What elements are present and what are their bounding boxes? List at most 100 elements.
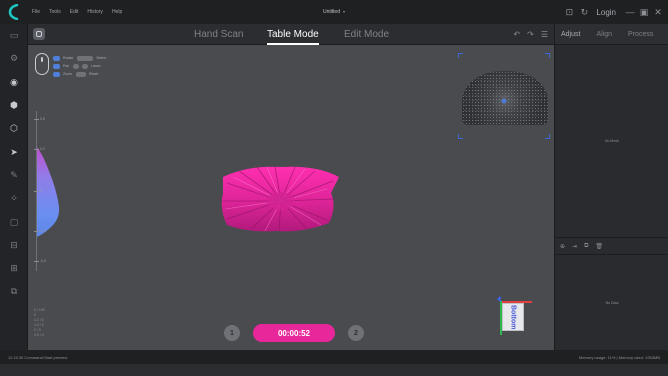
- legend-chip: [53, 71, 60, 77]
- scale-tick-label: 0.2: [40, 147, 45, 151]
- duplicate-icon[interactable]: ⧉: [584, 243, 588, 250]
- legend-label: Pan: [63, 64, 70, 68]
- tool-align[interactable]: ⊞: [0, 257, 28, 280]
- 3d-viewport[interactable]: Rotate Select Pan Lasso Zoom Reset 0.5 0…: [28, 45, 554, 350]
- legend-chip: [75, 71, 86, 77]
- camera-icon: ◉: [10, 76, 18, 87]
- preview-corner: [545, 53, 550, 58]
- screenshot-icon[interactable]: ⊡: [563, 6, 575, 18]
- menu-edit[interactable]: Edit: [70, 9, 79, 15]
- undo-icon[interactable]: ↶: [513, 30, 520, 39]
- menu-tools[interactable]: Tools: [49, 9, 61, 15]
- deviation-color-scale: 0.5 0.2 0 -0.2 -0.5: [34, 111, 64, 271]
- view-orientation-gizmo[interactable]: Bottom: [492, 293, 534, 337]
- legend-row: Rotate Select: [53, 55, 110, 61]
- project-title-dropdown[interactable]: Untitled ▾: [323, 9, 345, 15]
- scale-tick-label: -0.2: [40, 229, 47, 233]
- scale-tick: [34, 261, 39, 262]
- tool-brush[interactable]: ✎: [0, 164, 28, 187]
- scale-tick: [34, 149, 39, 150]
- scanner-device-icon[interactable]: [33, 28, 45, 40]
- tool-cube-solid[interactable]: ⬢: [0, 94, 28, 117]
- tab-table-mode[interactable]: Table Mode: [267, 24, 319, 45]
- tool-copy[interactable]: ⧉: [0, 280, 28, 303]
- login-button[interactable]: Login: [596, 8, 616, 17]
- legend-label: Select: [96, 56, 107, 60]
- app-logo-icon: [0, 0, 28, 24]
- menu-file[interactable]: File: [32, 9, 40, 15]
- tool-frame[interactable]: ▢: [0, 210, 28, 233]
- scale-tick: [34, 231, 39, 232]
- memory-usage: Memory usage: 11% | Memory used: 1953MB: [579, 354, 660, 360]
- menu-help[interactable]: Help: [112, 9, 122, 15]
- frame-icon: ▢: [9, 216, 19, 227]
- redo-icon[interactable]: ↷: [527, 30, 534, 39]
- step-one-button[interactable]: 1: [224, 325, 240, 341]
- menu-history[interactable]: History: [87, 9, 103, 15]
- tab-edit-mode[interactable]: Edit Mode: [344, 24, 389, 45]
- refresh-icon[interactable]: ↻: [578, 6, 590, 18]
- gizmo-face-label: Bottom: [509, 304, 517, 330]
- export-icon[interactable]: ⇥: [572, 243, 577, 250]
- grid-icon: ⁘: [10, 193, 18, 204]
- scale-tick-label: 0: [40, 189, 42, 193]
- tool-scan-settings[interactable]: ⚙: [0, 47, 28, 70]
- align-icon: ⊞: [10, 263, 18, 274]
- preview-corner: [458, 53, 463, 58]
- legend-row: Pan Lasso: [53, 63, 105, 69]
- menu-icon[interactable]: ☰: [541, 30, 548, 39]
- minimize-icon[interactable]: —: [624, 6, 636, 18]
- legend-label: Zoom: [63, 72, 72, 76]
- delete-icon[interactable]: 🗑: [595, 243, 603, 250]
- scan-timer-button[interactable]: 00:00:52: [253, 324, 335, 342]
- orientation-cube[interactable]: Bottom: [502, 303, 524, 331]
- preview-corner: [545, 134, 550, 139]
- status-message: 11:15:30 Command:Start preview: [8, 354, 68, 360]
- scale-tick: [34, 191, 39, 192]
- tab-adjust[interactable]: Adjust: [561, 31, 580, 38]
- scale-tick: [34, 119, 39, 120]
- top-right-controls: ⊡ ↻ Login — ▣ ✕: [560, 0, 664, 24]
- x-axis-arrow: [502, 301, 532, 303]
- tab-hand-scan[interactable]: Hand Scan: [194, 24, 243, 45]
- legend-chip: [73, 63, 80, 69]
- tool-layers[interactable]: ▭: [0, 24, 28, 47]
- preview-corner: [458, 134, 463, 139]
- right-panel-tabs: Adjust Align Process: [555, 24, 668, 45]
- bottom-strip: [0, 364, 668, 376]
- tab-process[interactable]: Process: [628, 31, 653, 38]
- cube-solid-icon: ⬢: [10, 100, 18, 111]
- camera-preview[interactable]: [458, 53, 550, 139]
- tool-crop[interactable]: ⊟: [0, 234, 28, 257]
- scan-settings-icon: ⚙: [9, 53, 19, 64]
- layers-icon: ▭: [9, 30, 19, 41]
- maximize-icon[interactable]: ▣: [638, 6, 650, 18]
- right-panel: Adjust Align Process No Mesh ⊕ ⇥ ⧉ 🗑 No …: [554, 24, 668, 350]
- copy-icon: ⧉: [10, 286, 18, 297]
- tool-grid[interactable]: ⁘: [0, 187, 28, 210]
- mouse-icon: [35, 53, 49, 75]
- tab-align[interactable]: Align: [596, 31, 612, 38]
- crop-icon: ⊟: [10, 239, 18, 250]
- import-icon[interactable]: ⊕: [560, 243, 565, 250]
- project-title: Untitled: [323, 9, 340, 15]
- y-axis-arrow: [500, 301, 502, 335]
- scale-tick-label: -0.5: [40, 259, 47, 263]
- data-tools: ⊕ ⇥ ⧉ 🗑: [555, 237, 668, 255]
- stat-line: 0.0 / 0: [34, 333, 44, 337]
- tool-pointer[interactable]: ➤: [0, 140, 28, 163]
- step-two-button[interactable]: 2: [348, 325, 364, 341]
- scan-controls: 1 00:00:52 2: [224, 323, 364, 343]
- mode-bar: Hand Scan Table Mode Edit Mode ↶ ↷ ☰: [28, 24, 554, 45]
- tool-camera[interactable]: ◉: [0, 71, 28, 94]
- legend-row: Zoom Reset: [53, 71, 102, 77]
- menu-bar: File Tools Edit History Help Untitled ▾ ⊡…: [0, 0, 668, 24]
- legend-label: Rotate: [63, 56, 74, 60]
- app-window: File Tools Edit History Help Untitled ▾ ⊡…: [0, 0, 668, 376]
- legend-chip: [53, 63, 60, 69]
- close-icon[interactable]: ✕: [652, 6, 664, 18]
- tool-cube-outline[interactable]: ⬡: [0, 117, 28, 140]
- scan-stats: 0 / 100 0 1.2 / 0 1.0 / 0 0 / 0 0.0 / 0: [34, 308, 74, 338]
- brush-icon: ✎: [10, 169, 18, 180]
- scanned-mesh[interactable]: [217, 163, 343, 233]
